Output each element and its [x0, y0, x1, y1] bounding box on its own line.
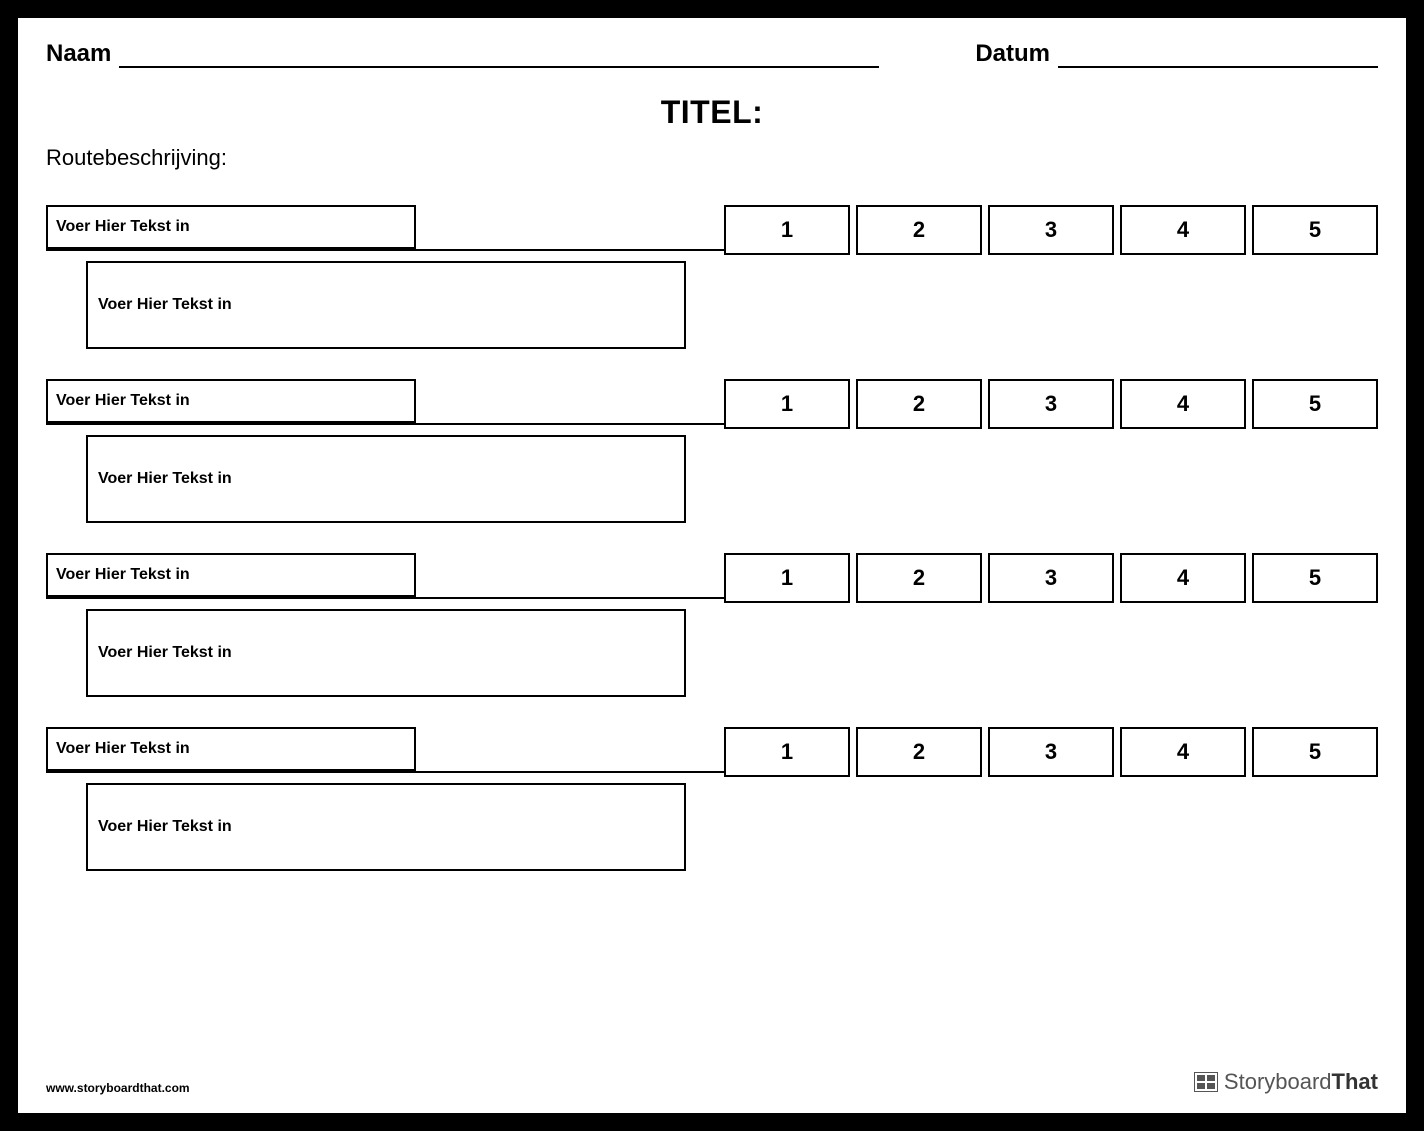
name-input-line[interactable]: [119, 44, 879, 68]
name-label: Naam: [46, 40, 119, 68]
rating-cell[interactable]: 2: [856, 205, 982, 255]
rating-cells: 1 2 3 4 5: [724, 379, 1378, 429]
date-input-line[interactable]: [1058, 44, 1378, 68]
storyboard-icon: [1194, 1072, 1218, 1092]
footer: www.storyboardthat.com StoryboardThat: [46, 1069, 1378, 1095]
item-row: Voer Hier Tekst in Voer Hier Tekst in 1 …: [46, 553, 1378, 697]
rating-cell[interactable]: 4: [1120, 379, 1246, 429]
rating-cell[interactable]: 2: [856, 727, 982, 777]
rating-cell[interactable]: 2: [856, 553, 982, 603]
rating-cell[interactable]: 4: [1120, 205, 1246, 255]
item-left: Voer Hier Tekst in Voer Hier Tekst in: [46, 553, 706, 697]
item-left: Voer Hier Tekst in Voer Hier Tekst in: [46, 727, 706, 871]
header-row: Naam Datum: [46, 40, 1378, 68]
rating-cell[interactable]: 5: [1252, 727, 1378, 777]
large-text-box[interactable]: Voer Hier Tekst in: [86, 783, 686, 871]
rating-cell[interactable]: 3: [988, 379, 1114, 429]
large-text-box[interactable]: Voer Hier Tekst in: [86, 261, 686, 349]
rating-cell[interactable]: 3: [988, 727, 1114, 777]
rating-cells: 1 2 3 4 5: [724, 205, 1378, 255]
item-row: Voer Hier Tekst in Voer Hier Tekst in 1 …: [46, 379, 1378, 523]
rating-cell[interactable]: 1: [724, 727, 850, 777]
directions-label: Routebeschrijving:: [46, 145, 1378, 171]
rating-cell[interactable]: 1: [724, 205, 850, 255]
small-text-box[interactable]: Voer Hier Tekst in: [46, 727, 416, 771]
rating-cells: 1 2 3 4 5: [724, 553, 1378, 603]
footer-url: www.storyboardthat.com: [46, 1081, 190, 1095]
connector-line: [46, 597, 726, 603]
rating-cell[interactable]: 3: [988, 205, 1114, 255]
connector-line: [46, 249, 726, 255]
date-label: Datum: [975, 40, 1058, 68]
rating-cell[interactable]: 5: [1252, 553, 1378, 603]
brand-prefix: Storyboard: [1224, 1069, 1332, 1094]
rating-cells: 1 2 3 4 5: [724, 727, 1378, 777]
worksheet-page: Naam Datum TITEL: Routebeschrijving: Voe…: [18, 18, 1406, 1113]
item-row: Voer Hier Tekst in Voer Hier Tekst in 1 …: [46, 205, 1378, 349]
rating-cell[interactable]: 3: [988, 553, 1114, 603]
brand-suffix: That: [1332, 1069, 1378, 1094]
connector-line: [46, 771, 726, 777]
small-text-box[interactable]: Voer Hier Tekst in: [46, 205, 416, 249]
rating-cell[interactable]: 1: [724, 553, 850, 603]
rating-cell[interactable]: 5: [1252, 205, 1378, 255]
item-left: Voer Hier Tekst in Voer Hier Tekst in: [46, 379, 706, 523]
large-text-box[interactable]: Voer Hier Tekst in: [86, 609, 686, 697]
brand-logo: StoryboardThat: [1194, 1069, 1378, 1095]
rows-container: Voer Hier Tekst in Voer Hier Tekst in 1 …: [46, 205, 1378, 871]
brand-text: StoryboardThat: [1224, 1069, 1378, 1095]
rating-cell[interactable]: 4: [1120, 553, 1246, 603]
rating-cell[interactable]: 1: [724, 379, 850, 429]
rating-cell[interactable]: 2: [856, 379, 982, 429]
header-name-group: Naam: [46, 40, 948, 68]
small-text-box[interactable]: Voer Hier Tekst in: [46, 379, 416, 423]
header-date-group: Datum: [958, 40, 1378, 68]
item-row: Voer Hier Tekst in Voer Hier Tekst in 1 …: [46, 727, 1378, 871]
connector-line: [46, 423, 726, 429]
large-text-box[interactable]: Voer Hier Tekst in: [86, 435, 686, 523]
item-left: Voer Hier Tekst in Voer Hier Tekst in: [46, 205, 706, 349]
rating-cell[interactable]: 5: [1252, 379, 1378, 429]
small-text-box[interactable]: Voer Hier Tekst in: [46, 553, 416, 597]
rating-cell[interactable]: 4: [1120, 727, 1246, 777]
page-title: TITEL:: [46, 94, 1378, 131]
